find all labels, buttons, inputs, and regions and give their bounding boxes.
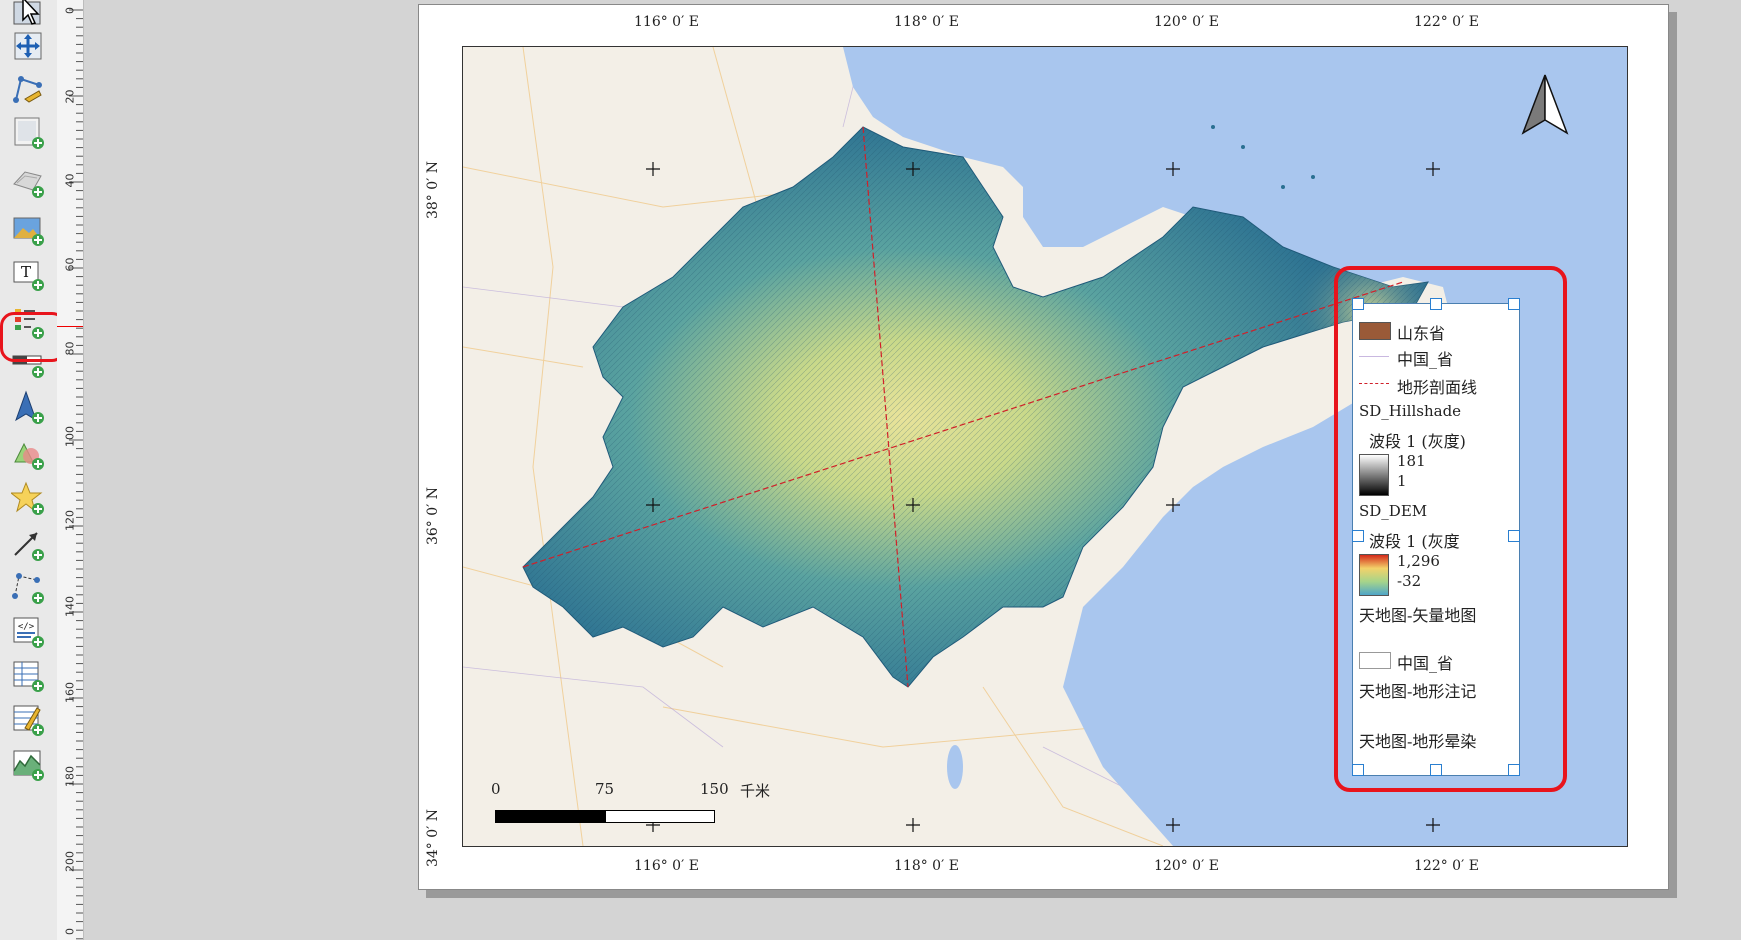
lake	[947, 745, 963, 789]
ruler-label: 200	[63, 851, 77, 872]
lon-label-bottom: 122° 0′ E	[1414, 858, 1479, 874]
lon-label-top: 118° 0′ E	[894, 14, 959, 30]
scalebar-label: 0	[491, 780, 501, 798]
add-3d-map-tool[interactable]	[9, 162, 47, 200]
layout-toolbar: T </>	[0, 0, 66, 940]
ruler-label: 80	[63, 341, 77, 356]
add-picture-icon	[13, 217, 44, 246]
edit-nodes-tool[interactable]	[9, 69, 47, 107]
ruler-label: 180	[63, 766, 77, 787]
lon-label-bottom: 118° 0′ E	[894, 858, 959, 874]
ruler-label: 20	[63, 89, 77, 104]
add-marker-tool[interactable]	[9, 479, 47, 517]
add-attribute-table-icon	[13, 661, 44, 692]
ruler-label: 160	[63, 682, 77, 703]
scalebar-label: 150	[700, 780, 729, 798]
add-elevation-profile-tool[interactable]	[9, 745, 47, 783]
add-node-item-tool[interactable]	[9, 568, 47, 606]
ruler-label: 120	[63, 510, 77, 531]
add-shape-icon	[14, 442, 44, 470]
add-fixed-table-icon	[13, 705, 44, 736]
add-map-tool[interactable]	[9, 113, 47, 151]
edit-nodes-icon	[13, 76, 42, 103]
ruler-label: 0	[63, 7, 77, 14]
ruler-label: 0	[63, 928, 77, 935]
ruler-ticks	[69, 9, 83, 940]
add-arrow-tool[interactable]	[9, 525, 47, 563]
lon-label-top: 116° 0′ E	[634, 14, 699, 30]
add-node-item-icon	[12, 573, 44, 604]
scalebar-label: 75	[595, 780, 615, 798]
add-north-arrow-icon	[15, 390, 44, 424]
add-label-icon: T	[13, 261, 44, 291]
scalebar-unit: 千米	[740, 782, 771, 800]
move-content-tool[interactable]	[9, 26, 47, 64]
legend-highlight	[1334, 266, 1567, 792]
add-marker-icon	[11, 481, 44, 515]
add-map-icon	[14, 117, 44, 149]
ruler-label: 60	[63, 257, 77, 272]
add-shape-tool[interactable]	[9, 434, 47, 472]
ruler-label: 40	[63, 173, 77, 188]
vertical-ruler[interactable]: 0 20 40 60 80 100 120 140 160 180 200 0	[57, 0, 84, 940]
svg-text:T: T	[21, 263, 31, 281]
add-label-tool[interactable]: T	[9, 255, 47, 293]
add-arrow-icon	[14, 532, 44, 561]
lon-label-bottom: 120° 0′ E	[1154, 858, 1219, 874]
add-fixed-table-tool[interactable]	[9, 700, 47, 738]
add-north-arrow-tool[interactable]	[9, 388, 47, 426]
add-attribute-table-tool[interactable]	[9, 656, 47, 694]
scalebar-segment-light	[605, 810, 715, 823]
lat-label-left: 36° 0′ N	[425, 486, 442, 546]
ruler-label: 100	[63, 426, 77, 447]
lat-label-left: 38° 0′ N	[425, 160, 442, 220]
add-3d-map-icon	[13, 171, 44, 198]
lon-label-bottom: 116° 0′ E	[634, 858, 699, 874]
lon-label-top: 120° 0′ E	[1154, 14, 1219, 30]
add-picture-tool[interactable]	[9, 210, 47, 248]
add-html-tool[interactable]: </>	[9, 612, 47, 650]
add-elevation-profile-icon	[13, 750, 44, 781]
lat-label-left: 34° 0′ N	[425, 808, 442, 868]
ruler-label: 140	[63, 596, 77, 617]
lon-label-top: 122° 0′ E	[1414, 14, 1479, 30]
ruler-cursor-marker	[57, 326, 83, 327]
scalebar-segment-dark	[495, 810, 607, 823]
move-content-icon	[14, 32, 42, 60]
svg-text:</>: </>	[18, 622, 35, 632]
add-html-icon: </>	[13, 617, 44, 648]
